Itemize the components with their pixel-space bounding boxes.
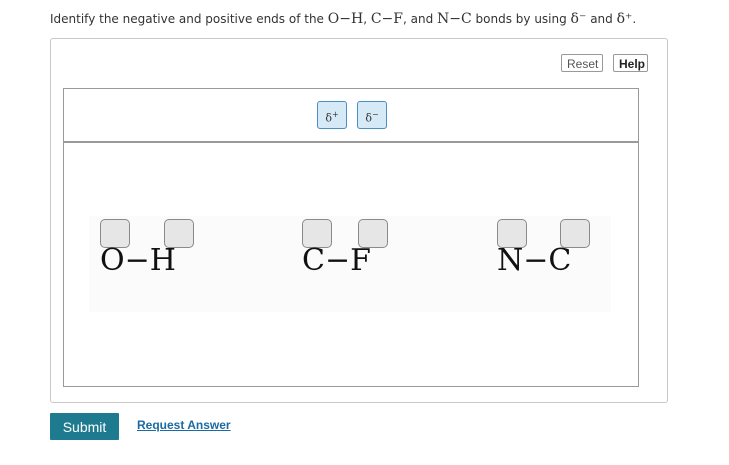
bond-oh-text: O−H: [327, 11, 364, 27]
bond-cf-text: C−F: [370, 11, 403, 27]
label-tray: δ+ δ−: [64, 89, 638, 143]
bond-nc-text: N−C: [437, 11, 472, 27]
delta-symbol: δ: [365, 111, 372, 125]
prompt-text: bonds by using: [471, 12, 571, 26]
delta-minus-symbol: δ⁻: [570, 11, 587, 27]
prompt-sep: , and: [402, 12, 438, 26]
delta-minus-label[interactable]: δ−: [357, 101, 387, 129]
submit-button[interactable]: Submit: [50, 413, 119, 440]
delta-plus-label[interactable]: δ+: [317, 101, 347, 129]
molecule-area: O−H C−F N−C: [89, 216, 611, 312]
minus-sign: −: [371, 110, 379, 119]
bond-nc: N−C: [497, 243, 572, 278]
bond-oh: O−H: [100, 243, 176, 278]
prompt-text: .: [632, 12, 637, 26]
delta-plus-symbol: δ⁺: [616, 11, 633, 27]
prompt-sep: ,: [363, 12, 371, 26]
request-answer-link[interactable]: Request Answer: [137, 418, 231, 432]
prompt-text: Identify the negative and positive ends …: [50, 12, 328, 26]
plus-sign: +: [331, 110, 339, 119]
question-prompt: Identify the negative and positive ends …: [50, 11, 636, 27]
bond-cf: C−F: [302, 243, 371, 278]
drag-drop-canvas: δ+ δ− O−H C−F N−C: [63, 88, 639, 387]
prompt-text: and: [586, 12, 617, 26]
help-button[interactable]: Help: [613, 54, 648, 72]
answer-panel: Reset Help δ+ δ− O−H C−F N−C: [50, 38, 668, 403]
delta-symbol: δ: [325, 111, 332, 125]
reset-button[interactable]: Reset: [561, 54, 603, 72]
